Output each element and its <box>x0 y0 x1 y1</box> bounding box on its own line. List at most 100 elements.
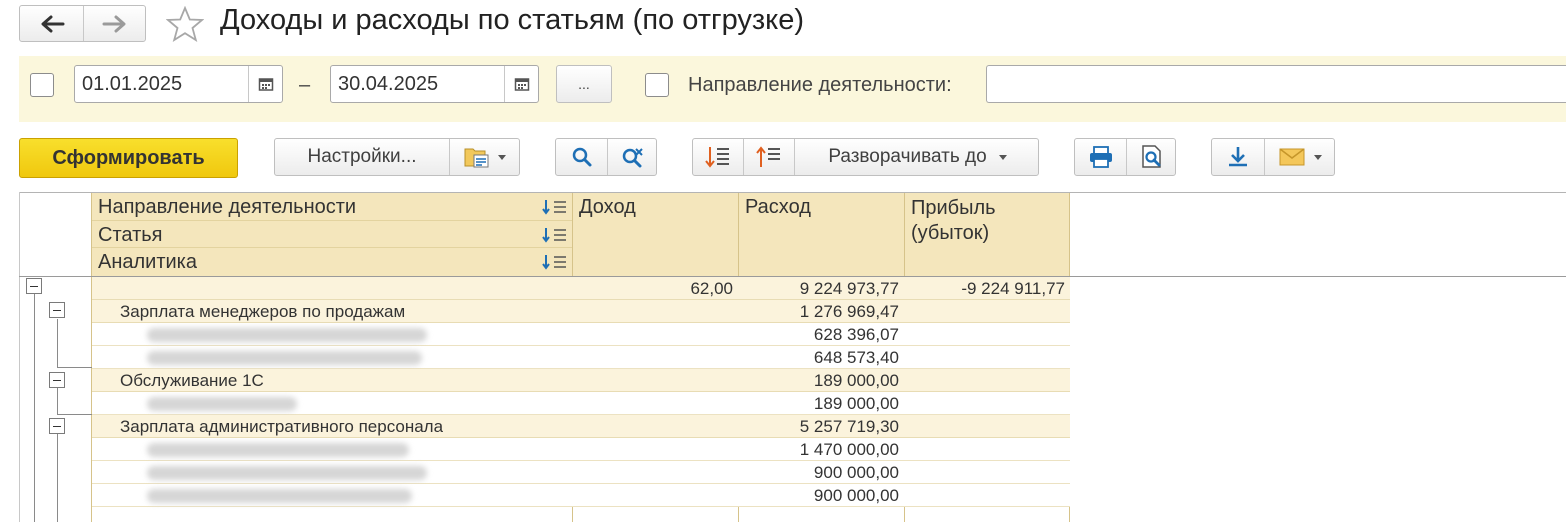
header-expense[interactable]: Расход <box>739 193 904 275</box>
filter-panel: 01.01.2025 – 30.04.2025 ... Направление … <box>19 56 1566 122</box>
row-expense: 900 000,00 <box>813 486 899 505</box>
row-expense: 900 000,00 <box>813 463 899 482</box>
back-arrow-icon <box>41 15 64 32</box>
row-label: Зарплата административного персонала <box>120 417 444 436</box>
sort-desc-icon <box>542 200 566 215</box>
calendar-icon <box>514 78 529 91</box>
print-button-group <box>1074 138 1176 176</box>
header-direction[interactable]: Направление деятельности <box>92 193 572 221</box>
mail-icon <box>1279 148 1304 166</box>
row-expense: 189 000,00 <box>813 394 899 413</box>
date-from-field[interactable]: 01.01.2025 <box>74 65 283 103</box>
collapse-icon[interactable] <box>26 278 42 294</box>
header-article[interactable]: Статья <box>92 221 572 248</box>
date-to-calendar-button[interactable] <box>504 66 538 102</box>
date-from-value: 01.01.2025 <box>82 72 183 95</box>
table-row[interactable]: 62,00 9 224 973,77 -9 224 911,77 <box>92 277 1070 300</box>
redacted-text <box>147 466 427 480</box>
table-row[interactable]: 648 573,40 <box>92 346 1070 369</box>
redacted-text <box>147 489 412 503</box>
direction-checkbox[interactable] <box>645 73 669 97</box>
table-row[interactable]: 189 000,00 <box>92 392 1070 415</box>
sort-asc-icon <box>756 146 780 167</box>
page-title: Доходы и расходы по статьям (по отгрузке… <box>220 4 804 36</box>
collapse-icon[interactable] <box>49 372 65 388</box>
row-expense: 5 257 719,30 <box>799 417 899 436</box>
save-button[interactable] <box>1212 139 1264 175</box>
report-table: Направление деятельности Статья Аналитик… <box>19 192 1566 522</box>
settings-button[interactable]: Настройки... <box>275 139 449 175</box>
expand-to-dropdown[interactable]: Разворачивать до <box>795 139 1040 175</box>
report-variant-button[interactable] <box>450 139 520 175</box>
forward-button[interactable] <box>84 6 146 41</box>
table-row[interactable]: 900 000,00 <box>92 484 1070 507</box>
redacted-text <box>147 443 409 457</box>
table-row[interactable]: Зарплата менеджеров по продажам 1 276 96… <box>92 300 1070 323</box>
generate-button[interactable]: Сформировать <box>19 138 238 178</box>
forward-arrow-icon <box>102 15 126 32</box>
search-button[interactable] <box>556 139 607 175</box>
table-row[interactable]: 628 396,07 <box>92 323 1070 346</box>
row-expense: 9 224 973,77 <box>799 279 899 298</box>
report-variant-icon <box>464 148 489 168</box>
row-expense: 628 396,07 <box>813 325 899 344</box>
header-income[interactable]: Доход <box>573 193 738 275</box>
row-label: Зарплата менеджеров по продажам <box>120 302 406 321</box>
redacted-text <box>147 397 297 411</box>
header-analytics-label: Аналитика <box>98 251 197 273</box>
collapse-icon[interactable] <box>49 418 65 434</box>
search-cancel-button[interactable] <box>608 139 658 175</box>
search-icon <box>572 147 591 167</box>
sort-desc-icon <box>542 228 566 243</box>
row-expense: 648 573,40 <box>813 348 899 367</box>
sort-asc-button[interactable] <box>744 139 794 175</box>
preview-button[interactable] <box>1127 139 1177 175</box>
direction-label: Направление деятельности: <box>688 74 952 96</box>
row-expense: 1 276 969,47 <box>799 302 899 321</box>
chevron-down-icon <box>998 154 1007 160</box>
date-to-field[interactable]: 30.04.2025 <box>330 65 539 103</box>
print-icon <box>1089 146 1112 168</box>
redacted-text <box>147 328 427 342</box>
settings-label: Настройки... <box>307 146 417 167</box>
table-row[interactable]: 1 470 000,00 <box>92 438 1070 461</box>
header-article-label: Статья <box>98 224 163 246</box>
sort-desc-button[interactable] <box>693 139 743 175</box>
header-analytics[interactable]: Аналитика <box>92 248 572 275</box>
redacted-text <box>147 351 422 365</box>
sort-desc-icon <box>542 255 566 270</box>
direction-field[interactable] <box>986 65 1566 103</box>
table-row[interactable]: Обслуживание 1С 189 000,00 <box>92 369 1070 392</box>
save-icon <box>1229 147 1247 167</box>
preview-icon <box>1142 145 1161 168</box>
header-profit[interactable]: Прибыль (убыток) <box>905 193 1070 275</box>
period-select-label: ... <box>578 76 590 92</box>
back-button[interactable] <box>20 6 83 41</box>
table-row[interactable]: 900 000,00 <box>92 461 1070 484</box>
export-button-group <box>1211 138 1335 176</box>
sort-desc-icon <box>705 147 729 168</box>
generate-label: Сформировать <box>52 146 205 169</box>
expand-to-label: Разворачивать до <box>828 146 987 167</box>
table-row[interactable]: Зарплата административного персонала 5 2… <box>92 415 1070 438</box>
calendar-icon <box>258 78 273 91</box>
collapse-icon[interactable] <box>49 302 65 318</box>
row-income: 62,00 <box>690 279 733 298</box>
row-expense: 189 000,00 <box>813 371 899 390</box>
period-checkbox[interactable] <box>30 73 54 97</box>
row-profit: -9 224 911,77 <box>961 279 1065 298</box>
star-icon[interactable] <box>166 6 204 42</box>
row-label: Обслуживание 1С <box>120 371 264 390</box>
search-button-group <box>555 138 657 176</box>
chevron-down-icon <box>498 154 506 160</box>
search-cancel-icon <box>622 148 643 168</box>
send-mail-button[interactable] <box>1265 139 1335 175</box>
settings-button-group: Настройки... <box>274 138 520 176</box>
period-select-button[interactable]: ... <box>556 65 612 103</box>
navigation-buttons <box>19 5 146 42</box>
header-direction-label: Направление деятельности <box>98 196 357 218</box>
print-button[interactable] <box>1075 139 1126 175</box>
chevron-down-icon <box>1313 154 1322 160</box>
date-from-calendar-button[interactable] <box>248 66 282 102</box>
date-separator: – <box>299 74 311 96</box>
